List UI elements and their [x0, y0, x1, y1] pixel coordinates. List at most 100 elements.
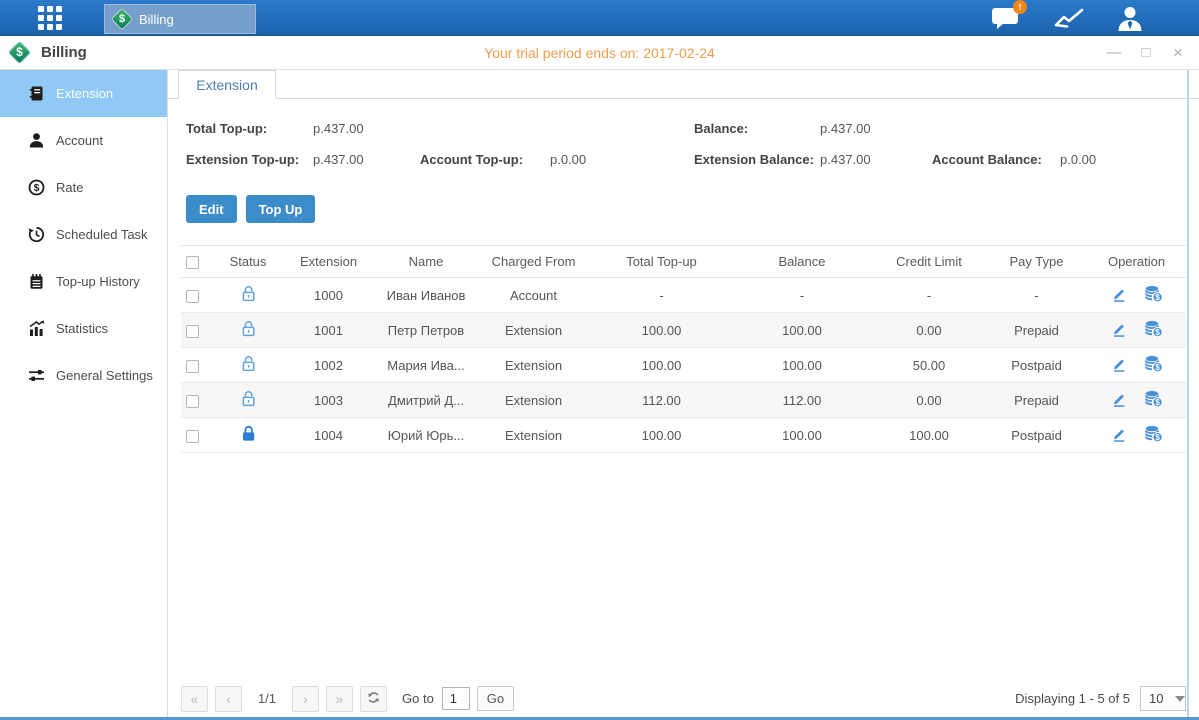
scheduled-task-history-icon	[28, 226, 45, 243]
status-unlocked-icon	[241, 285, 256, 302]
title-bar: $ Billing Your trial period ends on: 201…	[0, 36, 1199, 70]
sidebar-item-label: Scheduled Task	[56, 227, 148, 242]
billing-window: $ Billing !	[0, 0, 1199, 720]
cell-name: Юрий Юрь...	[376, 418, 476, 453]
sidebar-item-rate[interactable]: $ Rate	[0, 164, 167, 211]
resource-monitor-icon[interactable]	[1053, 5, 1085, 31]
edit-row-icon[interactable]	[1111, 356, 1127, 372]
last-page-button[interactable]: »	[326, 686, 353, 712]
user-account-icon[interactable]	[1115, 5, 1147, 31]
col-pay-type: Pay Type	[986, 246, 1087, 278]
topup-row-icon[interactable]	[1145, 425, 1163, 442]
balance-label: Balance:	[694, 121, 748, 136]
edit-button[interactable]: Edit	[186, 195, 237, 223]
row-checkbox[interactable]	[186, 395, 199, 408]
cell-total-topup: 100.00	[591, 418, 732, 453]
select-all-checkbox[interactable]	[186, 256, 199, 269]
top-up-button[interactable]: Top Up	[246, 195, 316, 223]
minimize-icon[interactable]: —	[1105, 36, 1123, 70]
topup-row-icon[interactable]	[1145, 320, 1163, 337]
sidebar-item-topup-history[interactable]: Top-up History	[0, 258, 167, 305]
topbar-tab-billing[interactable]: $ Billing	[104, 4, 256, 34]
col-total-topup: Total Top-up	[591, 246, 732, 278]
cell-charged-from: Extension	[476, 348, 591, 383]
cell-name: Иван Иванов	[376, 278, 476, 313]
sidebar-item-extension[interactable]: Extension	[0, 70, 167, 117]
row-checkbox[interactable]	[186, 360, 199, 373]
edit-row-icon[interactable]	[1111, 286, 1127, 302]
row-checkbox[interactable]	[186, 325, 199, 338]
topup-row-icon[interactable]	[1145, 390, 1163, 407]
topup-row-icon[interactable]	[1145, 355, 1163, 372]
cell-credit-limit: -	[872, 278, 986, 313]
apps-grid-icon[interactable]	[38, 6, 62, 30]
col-operation: Operation	[1087, 246, 1186, 278]
topup-history-ledger-icon	[28, 273, 45, 290]
sidebar-item-label: Top-up History	[56, 274, 140, 289]
row-checkbox[interactable]	[186, 430, 199, 443]
edit-row-icon[interactable]	[1111, 426, 1127, 442]
sidebar-item-label: General Settings	[56, 368, 153, 383]
edit-row-icon[interactable]	[1111, 391, 1127, 407]
main-content: Extension Total Top-up: p.437.00 Balance…	[168, 70, 1199, 719]
col-extension: Extension	[281, 246, 376, 278]
cell-pay-type: Postpaid	[986, 348, 1087, 383]
pagination-bar: « ‹ 1/1 › » Go to Go Displaying	[181, 685, 1186, 712]
maximize-icon[interactable]: □	[1137, 36, 1155, 70]
extension-topup-value: p.437.00	[313, 152, 364, 167]
cell-total-topup: 100.00	[591, 348, 732, 383]
cell-balance: 112.00	[732, 383, 872, 418]
cell-extension: 1003	[281, 383, 376, 418]
total-topup-value: p.437.00	[313, 121, 364, 136]
sidebar-item-general-settings[interactable]: General Settings	[0, 352, 167, 399]
sidebar-item-label: Extension	[56, 86, 113, 101]
extension-balance-value: p.437.00	[820, 152, 871, 167]
total-topup-label: Total Top-up:	[186, 121, 267, 136]
tab-extension[interactable]: Extension	[178, 70, 276, 99]
row-checkbox[interactable]	[186, 290, 199, 303]
table-row: 1004 Юрий Юрь... Extension 100.00 100.00…	[181, 418, 1186, 453]
sidebar-item-label: Statistics	[56, 321, 108, 336]
rate-dollar-icon: $	[28, 179, 45, 196]
status-unlocked-icon	[241, 320, 256, 337]
notification-badge: !	[1013, 0, 1027, 14]
first-page-button[interactable]: «	[181, 686, 208, 712]
go-button[interactable]: Go	[477, 686, 514, 711]
sidebar-item-scheduled-task[interactable]: Scheduled Task	[0, 211, 167, 258]
cell-credit-limit: 0.00	[872, 313, 986, 348]
billing-title-icon: $	[9, 42, 30, 63]
close-icon[interactable]: ×	[1169, 36, 1187, 70]
prev-page-button[interactable]: ‹	[215, 686, 242, 712]
page-size-value: 10	[1149, 691, 1163, 706]
general-settings-sliders-icon	[28, 367, 45, 384]
cell-pay-type: Prepaid	[986, 313, 1087, 348]
messages-icon[interactable]: !	[991, 5, 1023, 31]
cell-name: Дмитрий Д...	[376, 383, 476, 418]
balance-value: p.437.00	[820, 121, 871, 136]
cell-name: Мария Ива...	[376, 348, 476, 383]
page-title: Billing	[41, 44, 87, 61]
topbar-tab-label: Billing	[139, 12, 174, 27]
table-row: 1001 Петр Петров Extension 100.00 100.00…	[181, 313, 1186, 348]
edit-row-icon[interactable]	[1111, 321, 1127, 337]
col-name: Name	[376, 246, 476, 278]
topup-row-icon[interactable]	[1145, 285, 1163, 302]
account-balance-value: p.0.00	[1060, 152, 1096, 167]
account-topup-label: Account Top-up:	[420, 152, 523, 167]
cell-pay-type: Prepaid	[986, 383, 1087, 418]
extension-table: Status Extension Name Charged From Total…	[181, 245, 1186, 453]
refresh-button[interactable]	[360, 686, 387, 712]
sidebar-item-account[interactable]: Account	[0, 117, 167, 164]
page-size-select[interactable]: 10	[1140, 686, 1186, 711]
window-controls: — □ ×	[1105, 36, 1187, 70]
next-page-button[interactable]: ›	[292, 686, 319, 712]
cell-charged-from: Extension	[476, 418, 591, 453]
goto-page-input[interactable]	[442, 687, 470, 710]
table-header-row: Status Extension Name Charged From Total…	[181, 246, 1186, 278]
sidebar-item-statistics[interactable]: Statistics	[0, 305, 167, 352]
cell-total-topup: 112.00	[591, 383, 732, 418]
account-balance-label: Account Balance:	[932, 152, 1042, 167]
displaying-status: Displaying 1 - 5 of 5	[1015, 691, 1130, 706]
cell-balance: 100.00	[732, 348, 872, 383]
extension-book-icon	[28, 85, 45, 102]
